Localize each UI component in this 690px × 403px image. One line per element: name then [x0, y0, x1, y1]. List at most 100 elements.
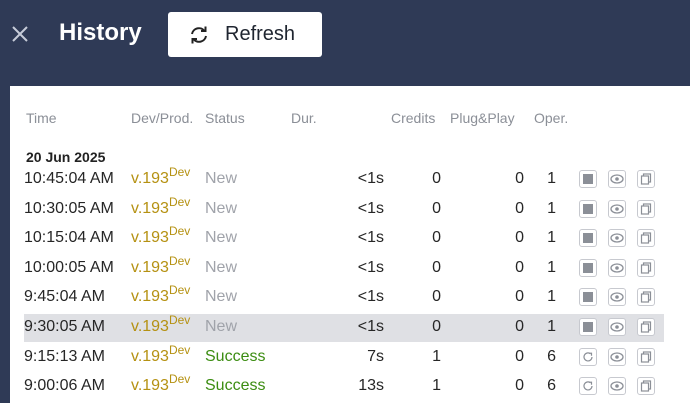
copy-button[interactable]: [637, 170, 655, 188]
row-version: v.193Dev: [131, 195, 190, 218]
view-button[interactable]: [608, 318, 626, 336]
row-version: v.193Dev: [131, 313, 190, 336]
env-tag: Dev: [168, 283, 191, 298]
col-credits: Credits: [391, 110, 436, 126]
row-oper: 6: [547, 377, 556, 395]
row-credits: 1: [432, 347, 441, 365]
refresh-button[interactable]: Refresh: [168, 12, 322, 57]
copy-button[interactable]: [637, 258, 655, 277]
env-tag: Dev: [168, 253, 191, 268]
view-button[interactable]: [608, 258, 626, 277]
copy-button[interactable]: [637, 318, 655, 336]
eye-icon: [610, 233, 624, 243]
row-plugplay: 0: [515, 229, 524, 247]
row-plugplay: 0: [515, 288, 524, 306]
eye-icon: [610, 292, 624, 303]
row-status: New: [205, 318, 238, 335]
row-credits: 0: [432, 170, 441, 187]
row-duration: <1s: [357, 229, 384, 247]
stop-icon: [583, 292, 593, 303]
env-tag: Dev: [168, 194, 191, 209]
stop-icon: [583, 203, 593, 214]
stop-button[interactable]: [579, 288, 597, 307]
row-time: 10:30:05 AM: [24, 199, 114, 217]
rerun-icon: [582, 351, 594, 363]
header: History Refresh: [0, 0, 690, 86]
version-number: v.193: [131, 288, 169, 306]
row-version: v.193Dev: [131, 372, 190, 395]
table-row[interactable]: 9:30:05 AM v.193Dev New <1s 0 0 1: [24, 313, 664, 342]
row-plugplay: 0: [515, 170, 524, 187]
copy-icon: [640, 350, 652, 363]
row-time: 10:45:04 AM: [24, 170, 114, 187]
version-number: v.193: [131, 318, 169, 335]
table-row[interactable]: 9:45:04 AM v.193Dev New <1s 0 0 1: [24, 283, 664, 312]
row-plugplay: 0: [515, 199, 524, 217]
rerun-button[interactable]: [579, 347, 597, 366]
row-oper: 1: [547, 199, 556, 217]
copy-icon: [640, 202, 652, 215]
env-tag: Dev: [168, 372, 191, 387]
table-row[interactable]: 10:45:04 AM v.193Dev New <1s 0 0 1: [24, 165, 664, 194]
version-number: v.193: [131, 377, 169, 395]
row-oper: 1: [547, 318, 556, 335]
view-button[interactable]: [608, 199, 626, 218]
rerun-button[interactable]: [579, 377, 597, 396]
env-tag: Dev: [168, 342, 191, 357]
stop-button[interactable]: [579, 258, 597, 277]
col-dev: Dev/Prod.: [131, 110, 194, 126]
view-button[interactable]: [608, 288, 626, 307]
row-time: 10:15:04 AM: [24, 229, 114, 247]
copy-button[interactable]: [637, 288, 655, 307]
row-credits: 0: [432, 229, 441, 247]
stop-icon: [583, 322, 593, 332]
view-button[interactable]: [608, 377, 626, 396]
stop-button[interactable]: [579, 318, 597, 336]
table-row[interactable]: 9:15:13 AM v.193Dev Success 7s 1 0 6: [24, 342, 664, 372]
stop-button[interactable]: [579, 229, 597, 248]
version-number: v.193: [131, 229, 169, 247]
refresh-label: Refresh: [225, 23, 296, 45]
copy-button[interactable]: [637, 347, 655, 366]
view-button[interactable]: [608, 170, 626, 188]
version-number: v.193: [131, 170, 169, 187]
table-row[interactable]: 10:00:05 AM v.193Dev New <1s 0 0 1: [24, 253, 664, 283]
row-status: New: [205, 170, 238, 187]
row-time: 9:15:13 AM: [24, 347, 105, 365]
copy-icon: [640, 173, 652, 185]
copy-icon: [640, 321, 652, 333]
env-tag: Dev: [168, 165, 191, 179]
row-oper: 1: [547, 258, 556, 276]
col-oper: Oper.: [534, 110, 569, 126]
copy-icon: [640, 380, 652, 392]
view-button[interactable]: [608, 347, 626, 366]
row-status: Success: [205, 377, 266, 395]
stop-button[interactable]: [579, 199, 597, 218]
row-status: New: [205, 258, 238, 276]
table-row[interactable]: 9:00:06 AM v.193Dev Success 13s 1 0 6: [24, 372, 664, 401]
row-oper: 1: [547, 170, 556, 187]
copy-button[interactable]: [637, 199, 655, 218]
row-time: 9:30:05 AM: [24, 318, 105, 335]
stop-icon: [583, 262, 593, 273]
row-time: 10:00:05 AM: [24, 258, 114, 276]
copy-icon: [640, 262, 652, 274]
col-dur: Dur.: [291, 110, 317, 126]
stop-button[interactable]: [579, 170, 597, 188]
row-oper: 6: [547, 347, 556, 365]
env-tag: Dev: [168, 313, 191, 327]
row-credits: 0: [432, 288, 441, 306]
row-time: 9:00:06 AM: [24, 377, 105, 395]
copy-button[interactable]: [637, 377, 655, 396]
view-button[interactable]: [608, 229, 626, 248]
copy-button[interactable]: [637, 229, 655, 248]
table-row[interactable]: 10:30:05 AM v.193Dev New <1s 0 0 1: [24, 195, 664, 224]
table-row[interactable]: 10:15:04 AM v.193Dev New <1s 0 0 1: [24, 224, 664, 253]
history-panel: Time Dev/Prod. Status Dur. Credits Plug&…: [10, 86, 690, 403]
row-duration: <1s: [357, 288, 384, 306]
row-oper: 1: [547, 229, 556, 247]
row-plugplay: 0: [515, 347, 524, 365]
copy-icon: [640, 291, 652, 303]
close-icon[interactable]: [8, 22, 32, 46]
eye-icon: [610, 381, 624, 391]
